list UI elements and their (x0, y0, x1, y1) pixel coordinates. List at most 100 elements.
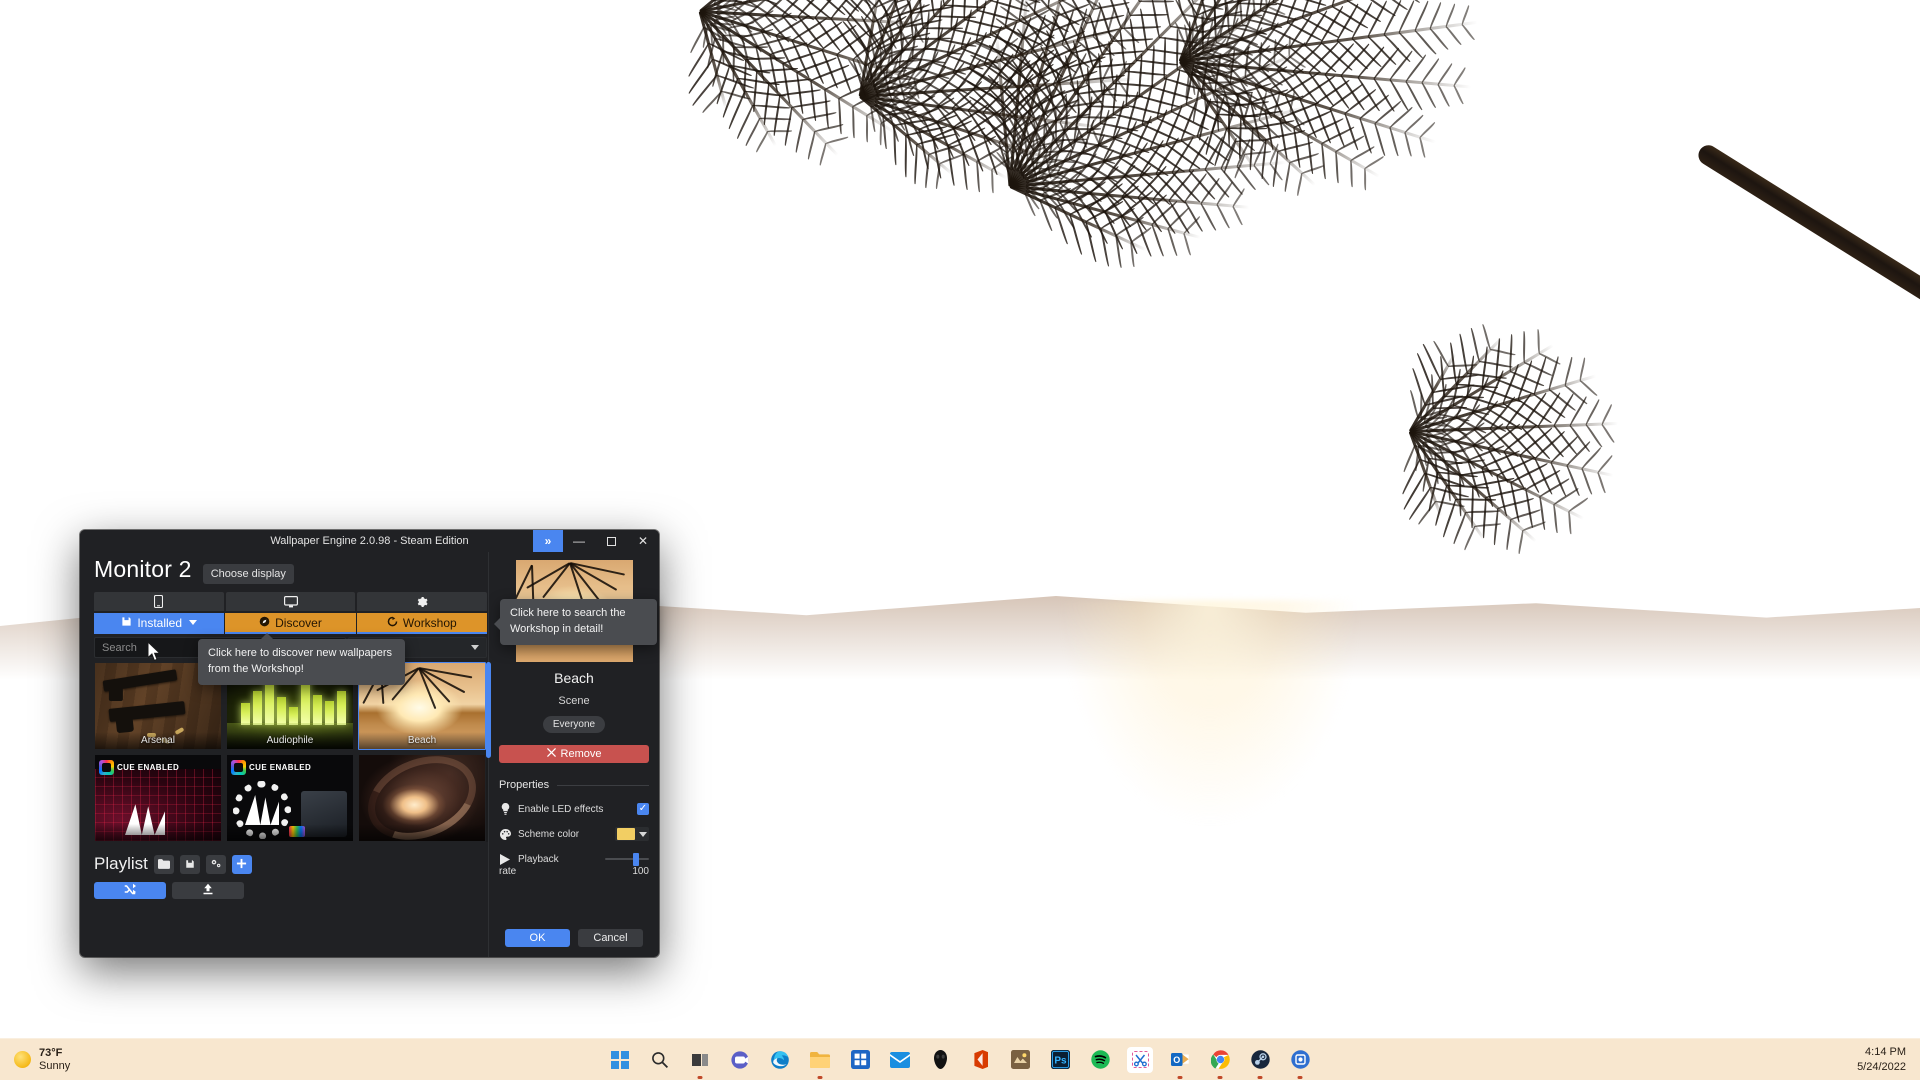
tab-workshop-label: Workshop (402, 615, 457, 630)
mail-icon[interactable] (887, 1047, 913, 1073)
edge-icon[interactable] (767, 1047, 793, 1073)
properties-header: Properties (499, 779, 649, 791)
wallpaper-card-title (227, 824, 353, 841)
wallpaper-engine-window: Wallpaper Engine 2.0.98 - Steam Edition … (80, 530, 659, 957)
wallpaper-card[interactable]: CUE ENABLED (94, 754, 222, 842)
upload-button[interactable] (172, 882, 244, 899)
cue-badge-label: CUE ENABLED (249, 762, 312, 772)
tab-discover-label: Discover (275, 615, 322, 630)
search-icon[interactable] (647, 1047, 673, 1073)
minimize-button[interactable]: — (563, 530, 595, 552)
playback-rate-sublabel: rate (499, 866, 517, 877)
wallpaper-grid: Arsenal Audiophile Beach CUE ENABLED CUE… (94, 662, 486, 842)
page-title: Monitor 2 (94, 556, 192, 582)
wallpaper-card[interactable]: Audiophile (226, 662, 354, 750)
search-input[interactable] (94, 637, 346, 658)
ok-button[interactable]: OK (505, 929, 570, 947)
plus-icon (236, 857, 247, 872)
clock-date: 5/24/2022 (1857, 1060, 1906, 1073)
tab-installed[interactable]: Installed (94, 613, 225, 634)
wallpaper-preview[interactable] (515, 560, 633, 662)
expand-button[interactable]: » (533, 530, 563, 552)
properties-title: Properties (499, 779, 550, 791)
mobile-tab[interactable] (94, 592, 224, 611)
scrollbar-thumb[interactable] (486, 662, 491, 758)
wallpaper-grid-wrap: Arsenal Audiophile Beach CUE ENABLED CUE… (94, 662, 491, 842)
weather-temperature: 73°F (39, 1046, 63, 1059)
snipping-tool-icon[interactable] (1127, 1046, 1153, 1073)
wallpaper-engine-icon[interactable] (1287, 1047, 1313, 1073)
task-view-icon[interactable] (687, 1047, 713, 1073)
weather-condition: Sunny (39, 1059, 71, 1072)
wallpaper-card[interactable]: CUE ENABLED (226, 754, 354, 842)
choose-display-button[interactable]: Choose display (202, 564, 294, 584)
display-tab[interactable] (225, 592, 356, 611)
property-row-led: Enable LED effects (499, 803, 649, 815)
weather-text: 73°F Sunny (39, 1047, 70, 1072)
scheme-color-picker[interactable] (615, 827, 649, 841)
weather-widget[interactable]: 73°F Sunny (14, 1047, 164, 1072)
window-controls: » — ✕ (533, 530, 659, 552)
wallpaper-card-selected[interactable]: Beach (358, 662, 486, 750)
outlook-icon[interactable]: O (1167, 1047, 1193, 1073)
playback-rate-slider[interactable] (605, 853, 649, 866)
grid-scrollbar[interactable] (486, 662, 491, 842)
color-swatch (617, 828, 635, 840)
wallpaper-card[interactable]: Arsenal (94, 662, 222, 750)
svg-text:Ps: Ps (1054, 1055, 1067, 1066)
title-bar[interactable]: Wallpaper Engine 2.0.98 - Steam Edition … (80, 530, 659, 552)
office-icon[interactable] (967, 1047, 993, 1073)
microsoft-store-icon[interactable] (847, 1047, 873, 1073)
open-folder-button[interactable] (153, 854, 174, 874)
tab-discover[interactable]: Discover (225, 613, 356, 634)
icon-tab-strip (94, 592, 488, 611)
game-icon[interactable] (1007, 1047, 1033, 1073)
spotify-icon[interactable] (1087, 1047, 1113, 1073)
remove-button[interactable]: Remove (499, 745, 649, 763)
clock[interactable]: 4:14 PM 5/24/2022 (1857, 1045, 1906, 1074)
save-icon (121, 616, 132, 630)
playback-rate-value: 100 (632, 866, 649, 877)
property-label-led: Enable LED effects (518, 803, 604, 815)
teams-icon[interactable] (727, 1047, 753, 1073)
slider-track (605, 858, 649, 860)
playlist-settings-button[interactable] (205, 854, 226, 874)
divider (557, 784, 649, 786)
playback-rate-value-row: rate 100 (499, 866, 649, 877)
file-explorer-icon[interactable] (807, 1047, 833, 1073)
left-pane: Monitor 2 Choose display Installed Disco… (80, 552, 491, 957)
wallpaper-card-title: Beach (359, 732, 485, 749)
property-row-scheme-color: Scheme color (499, 827, 649, 841)
shuffle-button[interactable] (94, 882, 166, 899)
steam-icon[interactable] (1247, 1047, 1273, 1073)
property-row-playback-rate: Playback (499, 853, 649, 866)
start-icon[interactable] (607, 1047, 633, 1073)
cue-badge: CUE ENABLED (231, 759, 311, 775)
corsair-cue-icon (99, 759, 114, 775)
save-icon (185, 857, 195, 872)
cancel-button[interactable]: Cancel (578, 929, 643, 947)
playlist-action-row (94, 882, 488, 899)
led-effects-checkbox[interactable] (637, 803, 649, 815)
taskbar-icons: Ps O (607, 1046, 1313, 1073)
close-button[interactable]: ✕ (627, 530, 659, 552)
x-icon (546, 748, 556, 760)
add-playlist-button[interactable] (231, 854, 252, 874)
sort-dropdown[interactable] (348, 637, 487, 658)
photoshop-icon[interactable]: Ps (1047, 1047, 1073, 1073)
workshop-icon (387, 616, 398, 630)
tab-workshop[interactable]: Workshop (356, 613, 487, 634)
window-title: Wallpaper Engine 2.0.98 - Steam Edition (270, 535, 469, 547)
maximize-button[interactable] (595, 530, 627, 552)
wallpaper-card-title (359, 824, 485, 841)
settings-tab[interactable] (357, 592, 488, 611)
alienware-icon[interactable] (927, 1047, 953, 1073)
sun-icon (14, 1051, 31, 1068)
slider-knob[interactable] (633, 853, 639, 866)
chevron-down-icon (471, 645, 479, 650)
save-playlist-button[interactable] (179, 854, 200, 874)
status-badge: Everyone (542, 716, 606, 733)
preview-art (515, 560, 633, 662)
wallpaper-card[interactable] (358, 754, 486, 842)
chrome-icon[interactable] (1207, 1047, 1233, 1073)
